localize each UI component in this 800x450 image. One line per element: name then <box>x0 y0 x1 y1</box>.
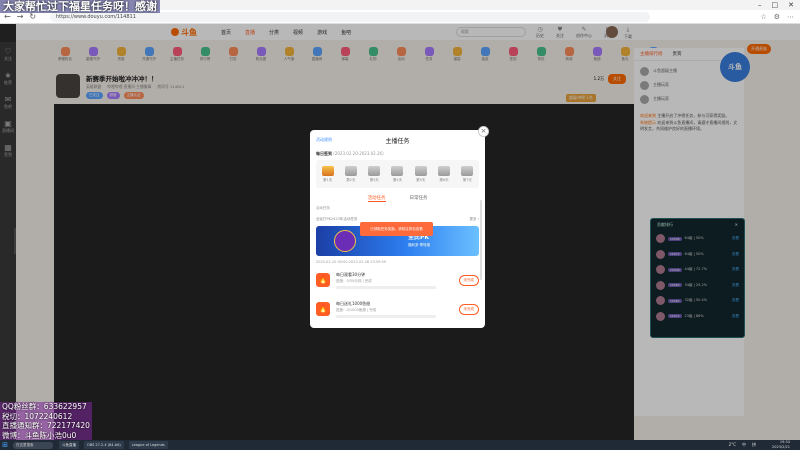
taskbar-app-obs[interactable]: OBS 27.2.4 (64-bit) <box>84 441 124 449</box>
checkin-day[interactable]: 第6天 <box>438 165 451 183</box>
input-lang[interactable]: 中 <box>742 440 746 450</box>
weather-temp[interactable]: 2°C <box>729 440 736 450</box>
anchor-task-modal: 主播任务 活动规则 每日签到 (2023.02.20-2023.02.26) 第… <box>310 130 485 328</box>
windows-taskbar: ⊞ 在这里搜索 斗鱼直播 OBS 27.2.4 (64-bit) League … <box>0 440 800 450</box>
checkin-day[interactable]: 第3天 <box>368 165 381 183</box>
checkin-day[interactable]: 第4天 <box>391 165 404 183</box>
checkin-row: 第1天 第2天 第3天 第4天 第5天 第6天 第7天 <box>316 160 479 188</box>
extensions-icon[interactable]: ⚙ <box>774 11 780 23</box>
daily-checkin-label: 每日签到 (2023.02.20-2023.02.26) <box>316 151 384 156</box>
task-date-range: 2023-02-20 00:00-2023-02-26 23:59:59 <box>316 260 386 264</box>
treasure-chest-icon <box>438 165 451 176</box>
checkin-day[interactable]: 第5天 <box>414 165 427 183</box>
treasure-chest-icon <box>321 165 334 176</box>
treasure-chest-icon <box>414 165 427 176</box>
taskbar-app-lol[interactable]: League of Legends <box>128 441 168 449</box>
task-item: 🔥 每日送礼1000鱼翅 进度：0/1000鱼翅 | 完成 未完成 <box>316 296 479 322</box>
tab-daily-tasks[interactable]: 日常任务 <box>410 195 428 202</box>
stream-marquee-text: 大家帮忙过下福星任务呀！感谢 <box>0 0 160 13</box>
subsection-label: 活动任务 <box>316 206 330 210</box>
url-input[interactable]: https://www.douyu.com/114811 <box>50 12 650 22</box>
treasure-chest-icon <box>344 165 357 176</box>
screen: – □ ✕ ← → ↻ https://www.douyu.com/114811… <box>0 0 800 450</box>
more-link[interactable]: 更多 › <box>469 217 479 222</box>
system-tray: 2°C 中 拼 <box>729 440 756 450</box>
fire-icon: 🔥 <box>316 273 330 287</box>
modal-title: 主播任务 <box>385 138 410 145</box>
stream-promo-text: QQ粉丝群：633622957 税切：1072240612 直播通知群：7221… <box>0 402 92 440</box>
treasure-chest-icon <box>368 165 381 176</box>
maximize-button[interactable]: □ <box>772 0 779 10</box>
input-method[interactable]: 拼 <box>752 440 756 450</box>
star-icon[interactable]: ☆ <box>760 11 766 23</box>
checkin-day[interactable]: 第7天 <box>461 165 474 183</box>
fire-icon: 🔥 <box>316 302 330 316</box>
taskbar-apps: 斗鱼直播 OBS 27.2.4 (64-bit) League of Legen… <box>59 441 168 449</box>
checkin-day[interactable]: 第1天 <box>321 165 334 183</box>
treasure-chest-icon <box>391 165 404 176</box>
menu-icon[interactable]: ⋯ <box>787 11 794 23</box>
minimize-button[interactable]: – <box>758 0 762 10</box>
modal-scrollbar[interactable] <box>480 200 482 280</box>
task-progress-bar <box>336 314 436 318</box>
rules-link[interactable]: 活动规则 <box>316 137 332 143</box>
taskbar-search-input[interactable]: 在这里搜索 <box>13 441 53 449</box>
checkin-day[interactable]: 第2天 <box>344 165 357 183</box>
modal-close-button[interactable]: × <box>478 126 489 137</box>
taskbar-app-douyu[interactable]: 斗鱼直播 <box>59 441 79 449</box>
treasure-chest-icon <box>461 165 474 176</box>
task-action-button[interactable]: 未完成 <box>458 303 479 315</box>
task-action-button[interactable]: 未完成 <box>458 274 479 286</box>
task-item: 🔥 每日观看30分钟 进度：0/30分钟 | 完成 未完成 <box>316 267 479 293</box>
window-controls: – □ ✕ <box>758 0 794 10</box>
emblem-icon <box>334 230 356 252</box>
task-progress-bar <box>336 285 436 289</box>
close-window-button[interactable]: ✕ <box>788 0 794 10</box>
tab-activity-tasks[interactable]: 活动任务 <box>367 195 386 202</box>
modal-tabs: 活动任务 日常任务 <box>310 195 485 202</box>
taskbar-clock[interactable]: 19:34 2023/2/21 <box>772 440 790 450</box>
windows-start-icon[interactable]: ⊞ <box>0 440 10 450</box>
toast-message: 已领取任务奖励，请前往背包查看 <box>360 222 433 236</box>
